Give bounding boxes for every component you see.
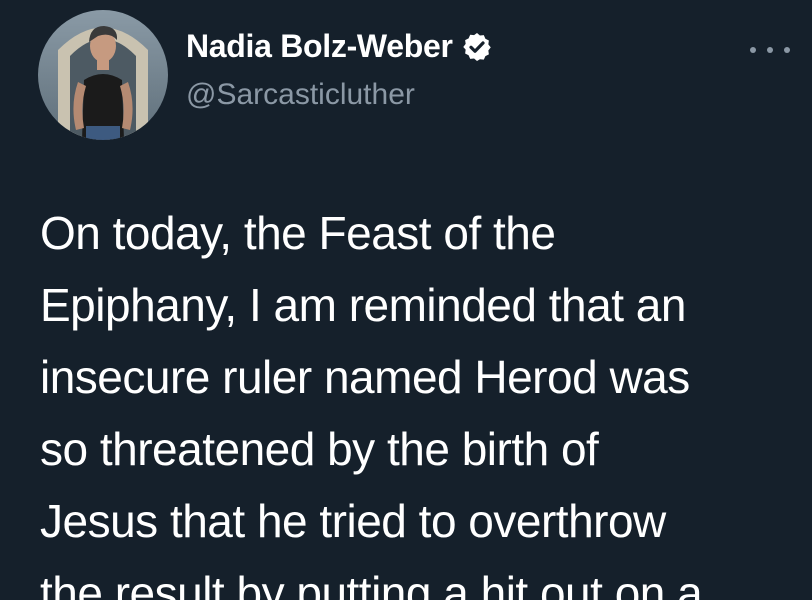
- tweet-text-line: insecure ruler named Herod was: [40, 351, 690, 403]
- more-options-icon[interactable]: [750, 40, 790, 60]
- avatar-image: [38, 10, 168, 140]
- tweet-text-line: so threatened by the birth of: [40, 423, 599, 475]
- author-name[interactable]: Nadia Bolz-Weber: [186, 28, 493, 65]
- tweet-text-line: On today, the Feast of the: [40, 207, 556, 259]
- verified-badge-icon: [461, 31, 493, 63]
- author-name-text: Nadia Bolz-Weber: [186, 28, 453, 64]
- more-dot: [750, 47, 756, 53]
- tweet-text-line: the result by putting a hit out on a: [40, 567, 703, 600]
- tweet-text-line: Epiphany, I am reminded that an: [40, 279, 686, 331]
- tweet-text-line: Jesus that he tried to overthrow: [40, 495, 666, 547]
- author-handle[interactable]: @Sarcasticluther: [186, 78, 415, 112]
- tweet-card: Nadia Bolz-Weber @Sarcasticluther On tod…: [0, 0, 812, 600]
- tweet-text: On today, the Feast of the Epiphany, I a…: [40, 197, 790, 600]
- avatar[interactable]: [38, 10, 168, 140]
- more-dot: [784, 47, 790, 53]
- more-dot: [767, 47, 773, 53]
